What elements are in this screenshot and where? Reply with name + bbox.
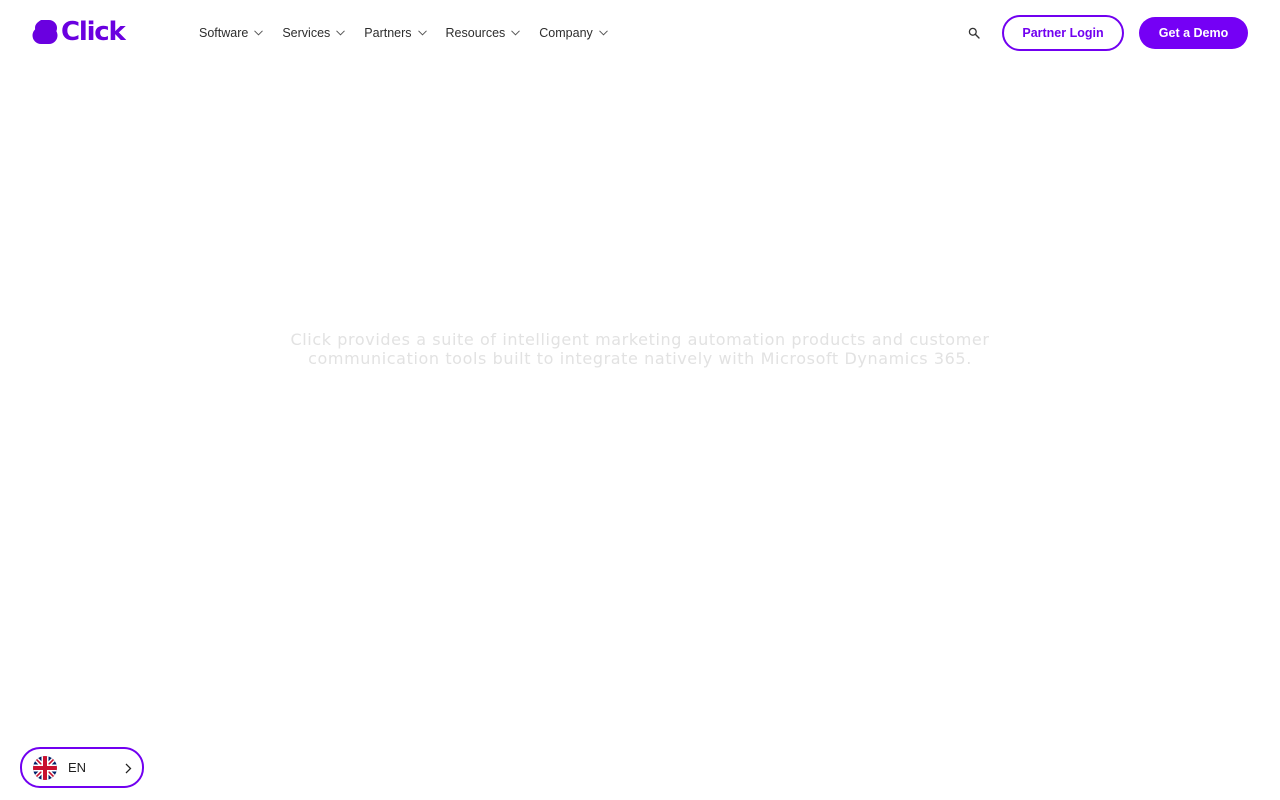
chevron-down-icon: [511, 30, 521, 36]
nav-item-software[interactable]: Software: [199, 26, 264, 40]
nav-item-label: Software: [199, 26, 249, 40]
logo-mark-icon: [32, 20, 58, 44]
partner-login-button[interactable]: Partner Login: [1002, 15, 1124, 51]
nav-item-company[interactable]: Company: [539, 26, 608, 40]
get-a-demo-button[interactable]: Get a Demo: [1139, 17, 1248, 49]
site-header: Click Software Services Partners Resourc…: [0, 0, 1280, 66]
page: Click Software Services Partners Resourc…: [0, 0, 1280, 800]
nav-item-label: Company: [539, 26, 593, 40]
language-code: EN: [68, 760, 87, 775]
chevron-down-icon: [598, 30, 608, 36]
click-logo[interactable]: Click: [32, 17, 126, 47]
main-nav: Software Services Partners Resources Com…: [199, 24, 627, 42]
chevron-down-icon: [336, 30, 346, 36]
logo-text: Click: [61, 17, 126, 47]
nav-item-label: Resources: [445, 26, 506, 40]
nav-item-label: Partners: [364, 26, 412, 40]
nav-item-resources[interactable]: Resources: [446, 26, 521, 40]
search-icon[interactable]: [968, 27, 980, 39]
nav-item-label: Services: [282, 26, 331, 40]
uk-flag-icon: [33, 756, 57, 780]
chevron-right-icon: [125, 763, 132, 774]
nav-item-services[interactable]: Services: [282, 26, 346, 40]
hero-tagline: Click provides a suite of intelligent ma…: [290, 330, 990, 368]
language-selector[interactable]: EN: [20, 747, 144, 788]
chevron-down-icon: [417, 30, 427, 36]
nav-item-partners[interactable]: Partners: [364, 26, 427, 40]
chevron-down-icon: [254, 30, 264, 36]
